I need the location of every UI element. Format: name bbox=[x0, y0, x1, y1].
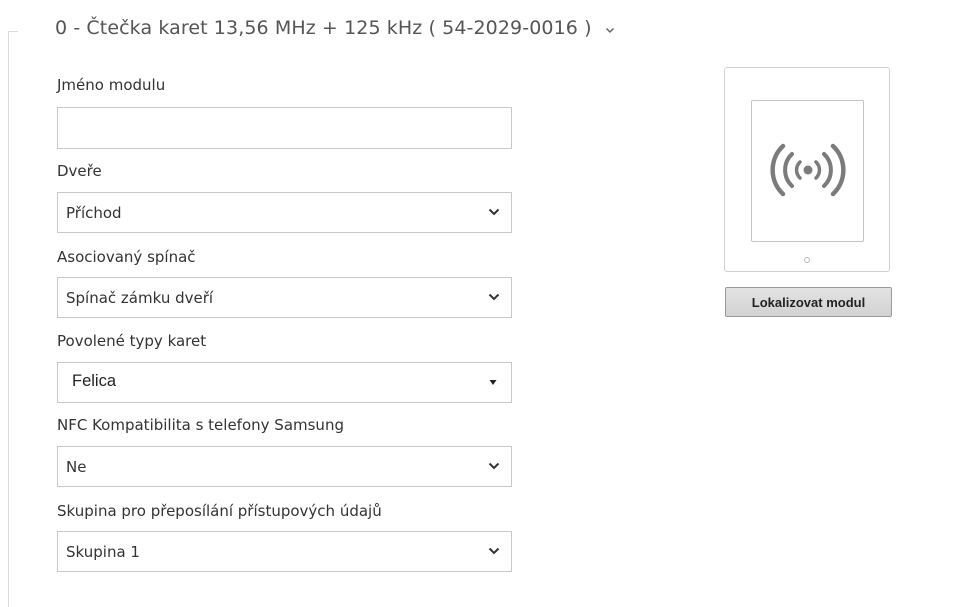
locate-module-button[interactable]: Lokalizovat modul bbox=[725, 287, 892, 317]
chevron-down-icon[interactable] bbox=[605, 27, 615, 34]
module-header[interactable]: 0 - Čtečka karet 13,56 MHz + 125 kHz ( 5… bbox=[55, 12, 615, 44]
forward-group-select-value: Skupina 1 bbox=[66, 543, 140, 561]
module-title: 0 - Čtečka karet 13,56 MHz + 125 kHz ( 5… bbox=[55, 17, 592, 39]
device-home-button bbox=[804, 257, 810, 263]
door-select-value: Příchod bbox=[66, 204, 122, 222]
device-screen bbox=[751, 100, 864, 242]
chevron-down-icon bbox=[488, 462, 500, 470]
card-types-select[interactable]: Felica bbox=[57, 362, 512, 403]
nfc-label: NFC Kompatibilita s telefony Samsung bbox=[57, 416, 344, 434]
module-device-image bbox=[724, 67, 890, 272]
chevron-down-icon bbox=[488, 208, 500, 216]
door-label: Dveře bbox=[57, 162, 102, 180]
switch-select[interactable]: Spínač zámku dveří bbox=[57, 277, 512, 318]
forward-group-select[interactable]: Skupina 1 bbox=[57, 531, 512, 572]
chevron-down-icon bbox=[488, 547, 500, 555]
switch-label: Asociovaný spínač bbox=[57, 248, 196, 266]
forward-group-label: Skupina pro přeposílání přístupových úda… bbox=[57, 502, 382, 520]
triangle-down-icon bbox=[489, 379, 497, 386]
switch-select-value: Spínač zámku dveří bbox=[66, 289, 214, 307]
module-name-label: Jméno modulu bbox=[57, 76, 166, 94]
nfc-select[interactable]: Ne bbox=[57, 446, 512, 487]
card-types-label: Povolené typy karet bbox=[57, 332, 207, 350]
module-name-input[interactable] bbox=[57, 107, 512, 149]
nfc-select-value: Ne bbox=[66, 458, 87, 476]
card-types-select-value: Felica bbox=[72, 372, 117, 390]
door-select[interactable]: Příchod bbox=[57, 192, 512, 233]
nfc-waves-icon bbox=[770, 143, 846, 197]
chevron-down-icon bbox=[488, 293, 500, 301]
section-bracket bbox=[8, 31, 18, 607]
